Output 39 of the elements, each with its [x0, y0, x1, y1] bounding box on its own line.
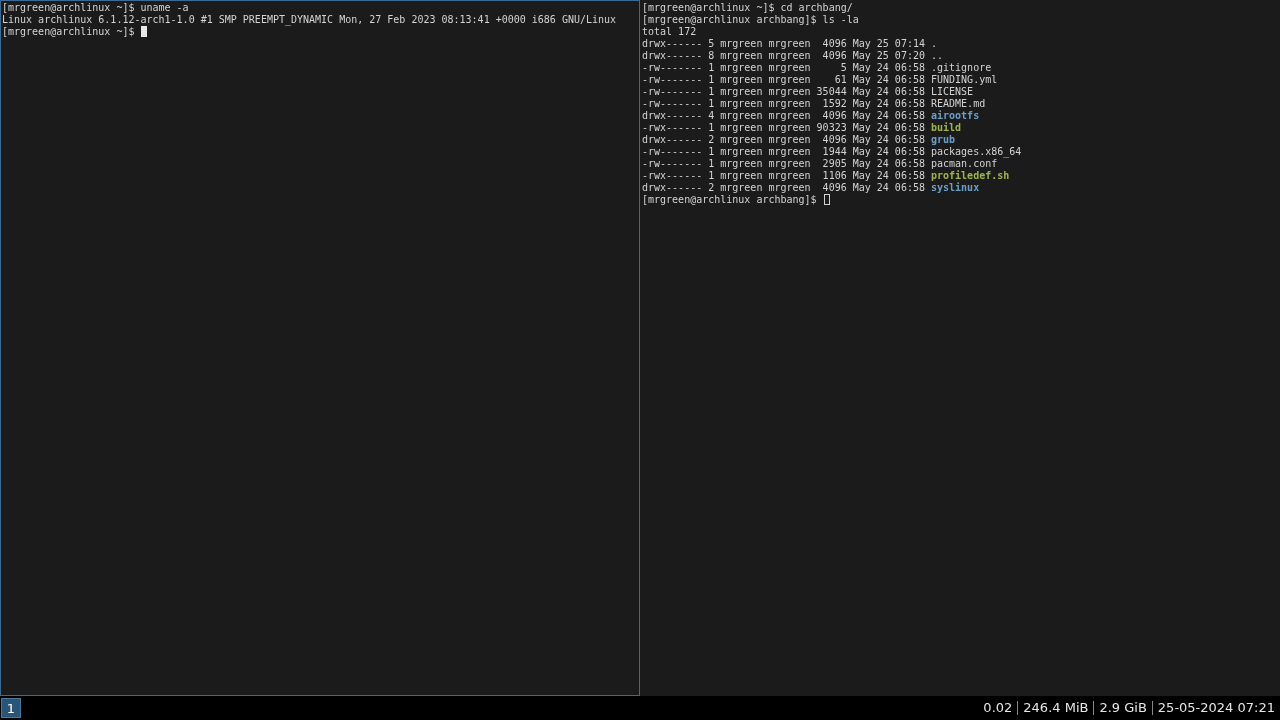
file-info: drwx------ 5 mrgreen mrgreen 4096 May 25 07:14: [642, 38, 925, 49]
shell-prompt: [mrgreen@archlinux ~]$: [2, 26, 135, 37]
status-item: 2.9 GiB: [1093, 701, 1152, 715]
file-name: syslinux: [931, 182, 980, 193]
file-name: pacman.conf: [931, 158, 998, 169]
file-name: packages.x86_64: [931, 146, 1022, 157]
terminal-line: Linux archlinux 6.1.12-arch1-1.0 #1 SMP PREEMPT_DYNAMIC Mon, 27 Feb 2023 08:13:41 +0000 i686 GNU/Linux: [2, 14, 618, 26]
file-info: -rw------- 1 mrgreen mrgreen 1944 May 24 06:58: [642, 146, 925, 157]
terminal-pane[interactable]: [mrgreen@archlinux ~]$ uname -a Linux archlinux 6.1.12-arch1-1.0 #1 SMP PREEMPT_DYNAMIC Mon, 27 Feb 2023 08:13:41 +0000 i686 GNU/Linux [mrgreen@archlinux ~]$: [0, 0, 640, 696]
file-info: -rw------- 1 mrgreen mrgreen 1592 May 24 06:58: [642, 98, 925, 109]
terminal-line: [mrgreen@archlinux archbang]$ ls -la: [642, 14, 860, 26]
file-name: airootfs: [931, 110, 980, 121]
file-name: profiledef.sh: [931, 170, 1010, 181]
terminal-line: [mrgreen@archlinux ~]$ uname -a: [2, 2, 190, 14]
status-item: 25-05-2024 07:21: [1151, 701, 1280, 715]
file-info: -rw------- 1 mrgreen mrgreen 5 May 24 06:58: [642, 62, 925, 73]
file-name: FUNDING.yml: [931, 74, 998, 85]
file-info: -rw------- 1 mrgreen mrgreen 61 May 24 06:58: [642, 74, 925, 85]
file-info: -rw------- 1 mrgreen mrgreen 2905 May 24 06:58: [642, 158, 925, 169]
file-name: LICENSE: [931, 86, 974, 97]
file-info: drwx------ 2 mrgreen mrgreen 4096 May 24 06:58: [642, 182, 925, 193]
shell-prompt: [mrgreen@archlinux archbang]$: [642, 194, 817, 205]
terminal-line: [mrgreen@archlinux ~]$ cd archbang/: [642, 2, 854, 14]
file-name: grub: [931, 134, 956, 145]
file-info: -rwx------ 1 mrgreen mrgreen 90323 May 24 06:58: [642, 122, 925, 133]
file-name: README.md: [931, 98, 986, 109]
file-info: drwx------ 4 mrgreen mrgreen 4096 May 24 06:58: [642, 110, 925, 121]
file-info: drwx------ 2 mrgreen mrgreen 4096 May 24 06:58: [642, 134, 925, 145]
file-name: ..: [931, 50, 944, 61]
file-info: drwx------ 8 mrgreen mrgreen 4096 May 25 07:20: [642, 50, 925, 61]
file-name: .: [931, 38, 938, 49]
file-name: .gitignore: [931, 62, 992, 73]
status-item: 0.02: [982, 701, 1014, 715]
status-item: 246.4 MiB: [1017, 701, 1094, 715]
file-name: build: [931, 122, 962, 133]
file-info: -rwx------ 1 mrgreen mrgreen 1106 May 24 06:58: [642, 170, 925, 181]
file-info: -rw------- 1 mrgreen mrgreen 35044 May 24 06:58: [642, 86, 925, 97]
workspace-button[interactable]: 1: [1, 698, 21, 718]
terminal-line: total 172: [642, 26, 698, 38]
